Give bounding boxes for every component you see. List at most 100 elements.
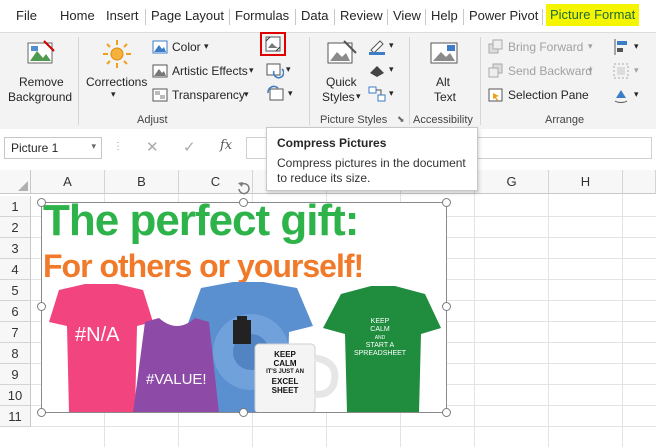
rotate-handle-icon[interactable] [236, 180, 252, 196]
transparency-label: Transparency [172, 88, 245, 102]
group-label-picture-styles: Picture Styles [320, 114, 388, 126]
transparency-button[interactable]: Transparency ▾ [152, 86, 262, 106]
chevron-down-icon: ▾ [389, 40, 394, 50]
row-header-4[interactable]: 4 [0, 259, 31, 280]
row-header-7[interactable]: 7 [0, 322, 31, 343]
tab-insert[interactable]: Insert [106, 8, 139, 26]
row-header-9[interactable]: 9 [0, 364, 31, 385]
chevron-down-icon: ▾ [111, 89, 116, 99]
chevron-down-icon[interactable]: ▾ [91, 141, 96, 152]
more-dots-icon: ⋮ [113, 141, 123, 152]
insert-function-icon[interactable]: fx [220, 138, 232, 153]
alt-text-icon [430, 42, 458, 64]
column-header-a[interactable]: A [31, 170, 105, 194]
transparency-icon [152, 88, 168, 102]
group-objects-button[interactable]: ▾ [612, 62, 648, 82]
color-button[interactable]: Color ▾ [152, 38, 252, 58]
alt-text-label-1: Alt [436, 75, 451, 89]
selection-pane-icon [488, 88, 503, 102]
remove-bg-label-2: Background [8, 90, 73, 104]
tab-power-pivot[interactable]: Power Pivot [469, 8, 538, 26]
tab-divider [145, 9, 146, 25]
align-button[interactable]: ▾ [612, 38, 648, 58]
compress-pictures-button[interactable] [260, 32, 286, 56]
tab-review[interactable]: Review [340, 8, 383, 26]
resize-handle-top-right[interactable] [442, 198, 451, 207]
change-picture-icon [266, 63, 284, 79]
tab-divider [387, 9, 388, 25]
tab-divider [463, 9, 464, 25]
tab-file[interactable]: File [16, 8, 37, 26]
chevron-down-icon: ▾ [389, 64, 394, 74]
artistic-effects-button[interactable]: Artistic Effects ▾ [152, 62, 262, 82]
picture-effects-button[interactable]: ▾ [368, 61, 398, 81]
remove-background-button[interactable]: Remove Background [4, 37, 76, 111]
corrections-button[interactable]: Corrections ▾ [82, 37, 148, 111]
row-header-6[interactable]: 6 [0, 301, 31, 322]
tab-divider [229, 9, 230, 25]
group-divider [480, 37, 481, 125]
column-header-b[interactable]: B [105, 170, 179, 194]
select-all-triangle-icon [18, 181, 28, 191]
ribbon: Remove Background Corrections ▾ Color ▾ … [0, 32, 656, 130]
select-all-corner[interactable] [0, 170, 31, 194]
tab-formulas[interactable]: Formulas [235, 8, 289, 26]
enter-check-icon[interactable]: ✓ [183, 138, 196, 156]
row-header-10[interactable]: 10 [0, 385, 31, 406]
name-box[interactable]: Picture 1 ▾ [4, 137, 102, 159]
tab-picture-format[interactable]: Picture Format [546, 4, 640, 26]
tab-divider [425, 9, 426, 25]
picture-layout-button[interactable]: ▾ [368, 85, 398, 105]
picture-border-pen-icon [369, 40, 385, 55]
selection-pane-button[interactable]: Selection Pane [488, 86, 598, 106]
tab-help[interactable]: Help [431, 8, 458, 26]
group-label-arrange: Arrange [545, 114, 585, 126]
resize-handle-left[interactable] [37, 302, 46, 311]
reset-picture-button[interactable]: ▾ [266, 85, 296, 105]
resize-handle-bottom-left[interactable] [37, 408, 46, 417]
resize-handle-bottom-right[interactable] [442, 408, 451, 417]
group-label-adjust: Adjust [137, 114, 168, 126]
resize-handle-right[interactable] [442, 302, 451, 311]
quick-styles-icon [327, 40, 357, 64]
resize-handle-bottom[interactable] [239, 408, 248, 417]
row-header-3[interactable]: 3 [0, 238, 31, 259]
reset-picture-icon [267, 85, 284, 101]
alt-text-button[interactable]: Alt Text [420, 37, 470, 109]
cancel-icon[interactable]: ✕ [146, 138, 159, 156]
chevron-down-icon: ▾ [634, 65, 639, 75]
bring-forward-icon [488, 39, 503, 54]
name-box-value: Picture 1 [11, 141, 59, 155]
tab-divider [334, 9, 335, 25]
row-header-5[interactable]: 5 [0, 280, 31, 301]
rotate-button[interactable]: ▾ [612, 86, 648, 106]
chevron-down-icon: ▾ [288, 88, 293, 98]
quick-styles-label-2: Styles [322, 90, 355, 104]
alt-text-label-2: Text [434, 90, 457, 104]
tab-data[interactable]: Data [301, 8, 328, 26]
column-header-h[interactable]: H [549, 170, 623, 194]
row-header-11[interactable]: 11 [0, 406, 31, 427]
dialog-launcher-icon[interactable]: ⬊ [397, 114, 405, 125]
send-backward-button[interactable]: Send Backward ▾ [488, 62, 598, 82]
resize-handle-top[interactable] [239, 198, 248, 207]
column-header-g[interactable]: G [475, 170, 549, 194]
tab-view[interactable]: View [393, 8, 421, 26]
picture-border-button[interactable]: ▾ [368, 37, 398, 57]
tooltip-title: Compress Pictures [277, 136, 387, 150]
quick-styles-button[interactable]: Quick Styles ▾ [318, 37, 366, 109]
row-header-2[interactable]: 2 [0, 217, 31, 238]
change-picture-button[interactable]: ▾ [266, 61, 296, 81]
color-picture-icon [152, 40, 168, 54]
resize-handle-top-left[interactable] [37, 198, 46, 207]
bring-forward-button[interactable]: Bring Forward ▾ [488, 38, 598, 58]
tab-home[interactable]: Home [60, 8, 95, 26]
row-header-1[interactable]: 1 [0, 196, 31, 217]
row-header-8[interactable]: 8 [0, 343, 31, 364]
chevron-down-icon: ▾ [588, 65, 593, 75]
quick-styles-label-1: Quick [326, 75, 357, 89]
group-label-accessibility: Accessibility [413, 114, 473, 126]
ribbon-tab-bar: File Home Insert Page Layout Formulas Da… [0, 0, 656, 32]
tab-page-layout[interactable]: Page Layout [151, 8, 224, 26]
bring-forward-label: Bring Forward [508, 40, 584, 54]
